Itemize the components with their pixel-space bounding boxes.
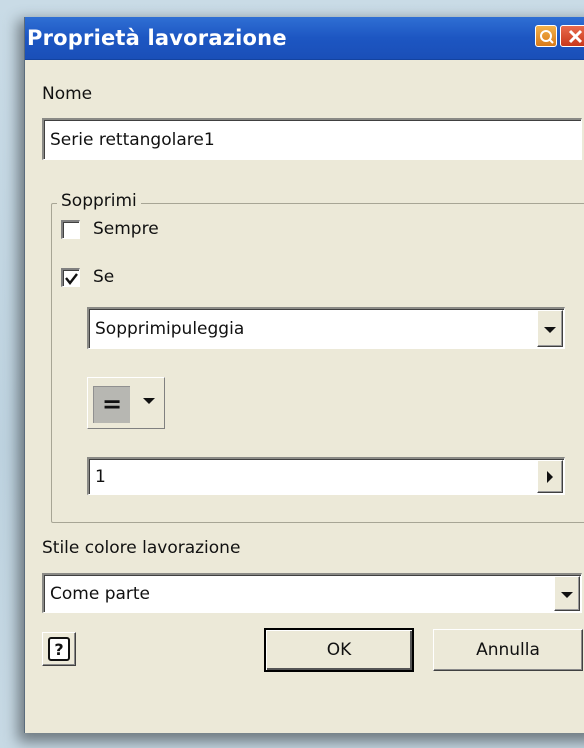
help-button[interactable]: ? [42,632,76,666]
always-label: Sempre [93,219,159,239]
name-label: Nome [42,84,93,104]
feature-properties-dialog: Proprietà lavorazione Nome Serie rettang… [24,17,584,733]
operator-face: = [93,386,130,423]
operator-dropdown-button[interactable]: = [87,377,165,429]
chevron-down-icon [143,398,155,404]
color-style-select[interactable]: Come parte [42,573,582,613]
chevron-right-icon [547,471,553,483]
color-style-label: Stile colore lavorazione [42,538,241,558]
svg-text:?: ? [54,640,63,659]
if-checkbox[interactable] [61,268,80,287]
parameter-select[interactable]: Sopprimipuleggia [87,307,565,349]
titlebar-help-button[interactable] [535,25,557,47]
close-icon [568,29,583,44]
always-checkbox[interactable] [61,220,80,239]
titlebar-close-button[interactable] [560,25,584,47]
color-style-dropdown-button[interactable] [554,576,580,611]
value-input-text: 1 [95,466,106,487]
name-input[interactable]: Serie rettangolare1 [42,118,582,160]
chevron-down-icon [561,592,573,598]
value-input[interactable]: 1 [87,457,565,495]
help-icon [540,30,554,44]
chevron-down-icon [544,327,556,333]
if-label: Se [93,267,115,287]
suppress-group-legend: Sopprimi [57,191,141,211]
cancel-button[interactable]: Annulla [433,629,583,671]
title-bar[interactable]: Proprietà lavorazione [25,17,584,60]
parameter-select-value: Sopprimipuleggia [95,318,245,339]
ok-button-label: OK [326,640,352,660]
operator-value: = [101,390,123,418]
parameter-dropdown-button[interactable] [537,310,563,347]
name-value: Serie rettangolare1 [50,129,215,150]
color-style-value: Come parte [50,583,151,604]
question-mark-icon: ? [48,637,70,661]
checkmark-icon [65,273,78,285]
value-arrow-button[interactable] [537,460,563,493]
dialog-title: Proprietà lavorazione [27,26,287,50]
cancel-button-label: Annulla [476,640,540,660]
ok-button[interactable]: OK [265,629,413,671]
